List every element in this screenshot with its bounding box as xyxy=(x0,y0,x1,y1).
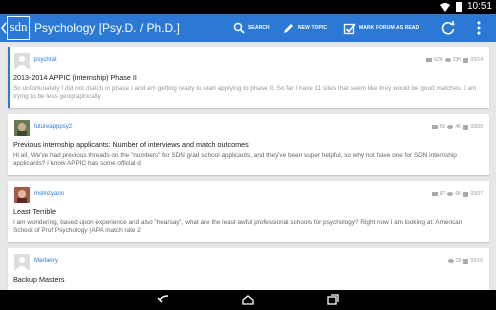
comment-icon xyxy=(431,124,438,130)
thread-snippet: Hi all, We've had previous threads on th… xyxy=(13,152,457,167)
search-button[interactable]: SEARCH xyxy=(233,20,270,36)
thread-stats: 65 4K 03/05 xyxy=(431,124,483,130)
reply-count: 39 xyxy=(455,258,462,264)
thread-list[interactable]: psychrat 624 33K 03/14 2013-2014 APPIC (… xyxy=(0,42,496,290)
calendar-icon xyxy=(463,57,469,63)
clock: 10:51 xyxy=(466,1,492,12)
thread-stats: 87 6K 03/07 xyxy=(431,191,483,197)
calendar-icon xyxy=(463,258,469,264)
default-avatar-icon xyxy=(14,254,30,270)
calendar-icon xyxy=(463,191,469,197)
recents-icon[interactable] xyxy=(326,294,340,306)
sdn-logo[interactable]: sdn xyxy=(7,16,30,40)
overflow-menu-icon[interactable] xyxy=(476,20,482,36)
new-topic-label: NEW TOPIC xyxy=(298,25,328,31)
thread-card[interactable]: mslinzyann 87 6K 03/07 Least Terrible I … xyxy=(8,181,489,242)
thread-date: 03/07 xyxy=(470,191,483,197)
thread-title[interactable]: Backup Masters xyxy=(13,275,65,284)
wifi-icon xyxy=(440,3,450,12)
author-name[interactable]: Marberry xyxy=(34,258,58,264)
home-icon[interactable] xyxy=(241,294,255,306)
mark-read-label: MARK FORUM AS READ xyxy=(359,25,420,31)
default-avatar-icon xyxy=(14,53,30,69)
calendar-icon xyxy=(463,124,469,130)
view-count: 4K xyxy=(455,124,462,130)
app-bar: sdn Psychology [Psy.D. / Ph.D.] SEARCH N… xyxy=(0,14,496,42)
thread-date: 03/05 xyxy=(470,124,483,130)
thread-title[interactable]: Least Terrible xyxy=(13,207,56,216)
comment-icon xyxy=(431,191,438,197)
thread-snippet: So unfortunately I did not match in phas… xyxy=(13,85,477,100)
battery-icon xyxy=(456,2,462,12)
thread-title[interactable]: 2013-2014 APPIC (internship) Phase II xyxy=(13,73,137,82)
thread-card[interactable]: futureapppsy2 65 4K 03/05 Previous inter… xyxy=(8,114,489,175)
thread-date: 03/15 xyxy=(470,258,483,264)
author-name[interactable]: psychrat xyxy=(34,57,57,63)
reply-count: 87 xyxy=(439,191,446,197)
view-count: 6K xyxy=(455,191,462,197)
search-label: SEARCH xyxy=(248,25,270,31)
thread-card[interactable]: psychrat 624 33K 03/14 2013-2014 APPIC (… xyxy=(8,47,489,108)
thread-stats: 624 33K 03/14 xyxy=(426,57,483,63)
forum-title: Psychology [Psy.D. / Ph.D.] xyxy=(34,21,180,35)
photo-avatar-icon xyxy=(14,120,30,136)
back-icon[interactable] xyxy=(156,294,170,306)
status-bar: 10:51 xyxy=(0,0,496,14)
thread-date: 03/14 xyxy=(470,57,483,63)
photo-avatar-icon xyxy=(14,187,30,203)
eye-icon xyxy=(447,259,454,263)
thread-stats: 39 03/15 xyxy=(447,258,483,264)
reply-count: 624 xyxy=(434,57,443,63)
author-name[interactable]: futureapppsy2 xyxy=(34,124,72,130)
eye-icon xyxy=(447,192,454,196)
thread-title[interactable]: Previous internship applicants: Number o… xyxy=(13,140,249,149)
search-icon xyxy=(233,22,245,34)
checkbox-icon xyxy=(343,23,356,34)
new-topic-button[interactable]: NEW TOPIC xyxy=(282,20,327,36)
thread-snippet: I am wondering, based upon experience an… xyxy=(13,219,463,234)
system-nav-bar xyxy=(0,290,496,310)
eye-icon xyxy=(447,125,454,129)
thread-card[interactable]: Marberry 39 03/15 Backup Masters xyxy=(8,248,489,290)
eye-icon xyxy=(444,58,451,62)
comment-icon xyxy=(426,57,433,63)
pencil-icon xyxy=(284,23,293,33)
mark-forum-read-button[interactable]: MARK FORUM AS READ xyxy=(343,20,419,36)
author-name[interactable]: mslinzyann xyxy=(34,191,64,197)
reply-count: 65 xyxy=(439,124,446,130)
refresh-icon[interactable] xyxy=(440,20,456,36)
view-count: 33K xyxy=(452,57,462,63)
